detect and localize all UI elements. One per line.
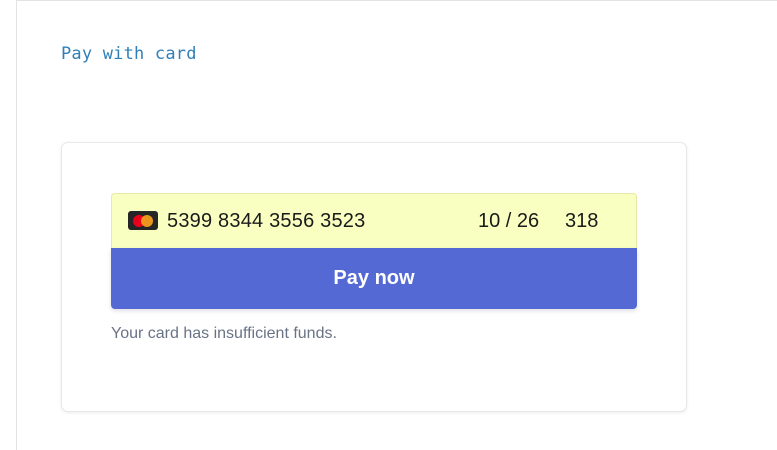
card-expiry-input[interactable]: 10 / 26	[478, 210, 539, 233]
pay-now-button[interactable]: Pay now	[111, 248, 637, 309]
payment-form-panel: 5399 8344 3556 3523 10 / 26 318 Pay now …	[61, 142, 687, 412]
page-title: Pay with card	[61, 44, 197, 64]
payment-error-message: Your card has insufficient funds.	[111, 325, 337, 342]
card-number-input[interactable]: 5399 8344 3556 3523	[167, 210, 365, 233]
page-frame: Pay with card 5399 8344 3556 3523 10 / 2…	[16, 0, 777, 450]
card-input-field[interactable]: 5399 8344 3556 3523 10 / 26 318	[111, 193, 637, 248]
mastercard-icon	[128, 211, 158, 230]
card-cvc-input[interactable]: 318	[565, 210, 598, 233]
